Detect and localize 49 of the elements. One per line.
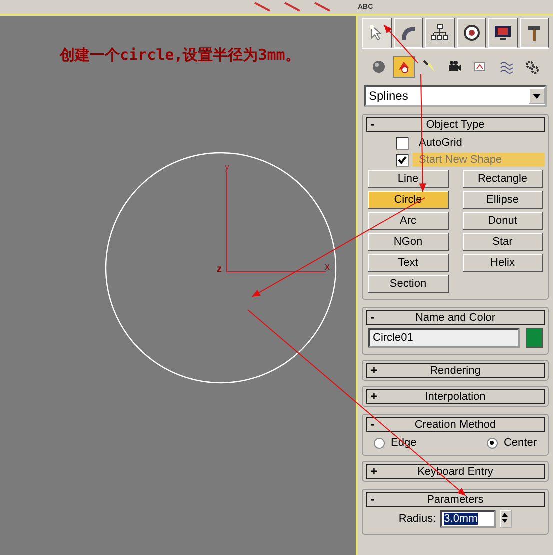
panel-tab[interactable] — [520, 18, 549, 48]
spotlight-icon — [422, 60, 437, 74]
category-button[interactable] — [393, 56, 416, 78]
annotation-text: 创建一个circle,设置半径为3mm。 — [60, 46, 302, 65]
panel-tab[interactable] — [456, 18, 486, 48]
radius-field[interactable]: 3.0mm — [440, 510, 496, 528]
color-swatch[interactable] — [526, 328, 543, 348]
shape-button[interactable]: Donut — [462, 212, 543, 230]
axis-label: z — [217, 264, 222, 275]
sphere-icon — [372, 60, 386, 74]
shape-button[interactable]: Helix — [462, 254, 543, 272]
shape-button[interactable]: Text — [368, 254, 448, 272]
axis-label: y — [225, 162, 230, 172]
rollout-header[interactable]: + Rendering — [366, 363, 545, 378]
shape-button[interactable]: Star — [462, 233, 543, 251]
radio-button[interactable] — [374, 438, 385, 448]
panel-tab[interactable] — [488, 18, 518, 48]
caret-icon — [533, 94, 541, 98]
camera-icon — [448, 60, 462, 74]
shapes-icon — [397, 60, 412, 74]
spinner-icon[interactable] — [500, 510, 512, 528]
annotation-arrow — [384, 24, 418, 64]
shape-button[interactable]: Rectangle — [462, 170, 543, 188]
checkbox[interactable] — [396, 136, 409, 150]
checkbox[interactable] — [396, 154, 409, 166]
hierarchy-icon — [430, 24, 449, 42]
shape-button[interactable]: Ellipse — [462, 191, 543, 209]
radio-label: Center — [504, 437, 537, 449]
monitor-icon — [494, 24, 512, 42]
shape-button[interactable]: Circle — [368, 191, 448, 209]
shape-button[interactable]: Line — [368, 170, 448, 188]
name-field[interactable]: Circle01 — [368, 328, 520, 348]
rollout-header[interactable]: - Name and Color — [366, 310, 545, 325]
radius-label: Radius: — [398, 513, 436, 525]
axis-label: x — [325, 262, 330, 273]
panel-tab[interactable] — [394, 18, 423, 48]
radio-button[interactable] — [486, 438, 498, 448]
shape-button[interactable]: Section — [368, 275, 448, 293]
rollout-header[interactable]: - Object Type — [366, 117, 545, 132]
rollout-header[interactable]: + Interpolation — [366, 389, 545, 404]
rollout-header[interactable]: - Parameters — [366, 492, 545, 507]
waves-icon — [500, 60, 514, 74]
category-dropdown[interactable]: Splines — [364, 85, 547, 107]
curve-icon — [399, 24, 418, 42]
shape-button[interactable]: Arc — [368, 212, 448, 230]
shape-button[interactable]: NGon — [368, 233, 448, 251]
panel-tab[interactable] — [425, 18, 454, 48]
rollout-header[interactable]: - Creation Method — [366, 417, 545, 432]
checkmark-icon — [398, 156, 407, 164]
